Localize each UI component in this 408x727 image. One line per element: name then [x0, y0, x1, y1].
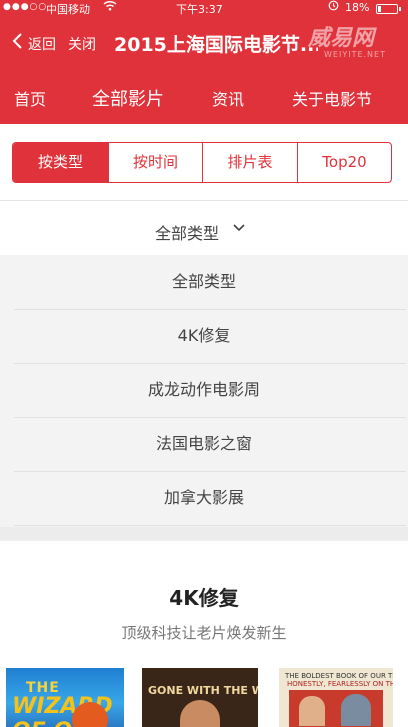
- close-button[interactable]: 关闭: [68, 34, 96, 54]
- nav-item-all-films[interactable]: 全部影片: [92, 85, 164, 111]
- type-option[interactable]: 4K修复: [0, 309, 408, 363]
- segment-top20[interactable]: Top20: [298, 143, 391, 182]
- wifi-icon: [103, 0, 117, 14]
- signal-icon: ●●●○○: [3, 2, 48, 12]
- type-dropdown-list: 全部类型 4K修复 成龙动作电影周 法国电影之窗 加拿大影展: [0, 255, 408, 527]
- section-subtitle: 顶级科技让老片焕发新生: [121, 624, 287, 642]
- back-button[interactable]: 返回: [28, 34, 56, 54]
- poster-figure: [299, 696, 325, 726]
- poster-title: GONE WITH THE WIND: [148, 684, 258, 697]
- segment-control: 按类型 按时间 排片表 Top20: [12, 142, 392, 183]
- poster-tagline: THE BOLDEST BOOK OF OUR TIME...: [285, 672, 393, 680]
- status-time: 下午3:37: [176, 3, 223, 16]
- section-gap: [0, 527, 408, 541]
- film-poster-wizard-of-oz[interactable]: THE WIZARD OF OZ: [6, 668, 124, 727]
- poster-art: [180, 700, 220, 727]
- nav-item-about[interactable]: 关于电影节: [292, 86, 372, 110]
- type-option[interactable]: 全部类型: [0, 255, 408, 309]
- page-title: 2015上海国际电影节...: [114, 34, 318, 56]
- segment-schedule[interactable]: 排片表: [203, 143, 297, 182]
- navbar: 返回 关闭 2015上海国际电影节... 威易网 WEIYITE.NET: [0, 18, 408, 66]
- type-option[interactable]: 成龙动作电影周: [0, 363, 408, 417]
- poster-figure: [341, 694, 371, 726]
- segment-by-type[interactable]: 按类型: [13, 143, 108, 182]
- option-divider: [14, 525, 406, 526]
- film-poster-third[interactable]: THE BOLDEST BOOK OF OUR TIME... HONESTLY…: [279, 668, 393, 727]
- main-nav: 首页 全部影片 资讯 关于电影节: [0, 66, 408, 124]
- back-chevron-icon[interactable]: [10, 32, 24, 50]
- type-option[interactable]: 法国电影之窗: [0, 417, 408, 471]
- type-dropdown-toggle[interactable]: 全部类型: [0, 201, 408, 255]
- nav-item-home[interactable]: 首页: [14, 86, 46, 110]
- film-poster-gone-with-the-wind[interactable]: GONE WITH THE WIND: [142, 668, 258, 727]
- type-option[interactable]: 加拿大影展: [0, 471, 408, 525]
- chevron-down-icon: [233, 224, 245, 232]
- top-header: ●●●○○ 中国移动 下午3:37 18% 返回 关闭 2015上海国际电影节.…: [0, 0, 408, 66]
- nav-item-news[interactable]: 资讯: [212, 86, 244, 110]
- watermark: 威易网 WEIYITE.NET: [296, 12, 406, 64]
- carrier-label: 中国移动: [46, 3, 90, 16]
- poster-tagline-2: HONESTLY, FEARLESSLY ON THE SCREEN!: [287, 680, 393, 688]
- segment-by-time[interactable]: 按时间: [109, 143, 202, 182]
- watermark-url: WEIYITE.NET: [324, 50, 386, 59]
- section-title: 4K修复: [169, 586, 239, 610]
- battery-tip: [399, 7, 401, 11]
- type-dropdown-label: 全部类型: [155, 224, 220, 243]
- watermark-logo: 威易网: [308, 26, 375, 51]
